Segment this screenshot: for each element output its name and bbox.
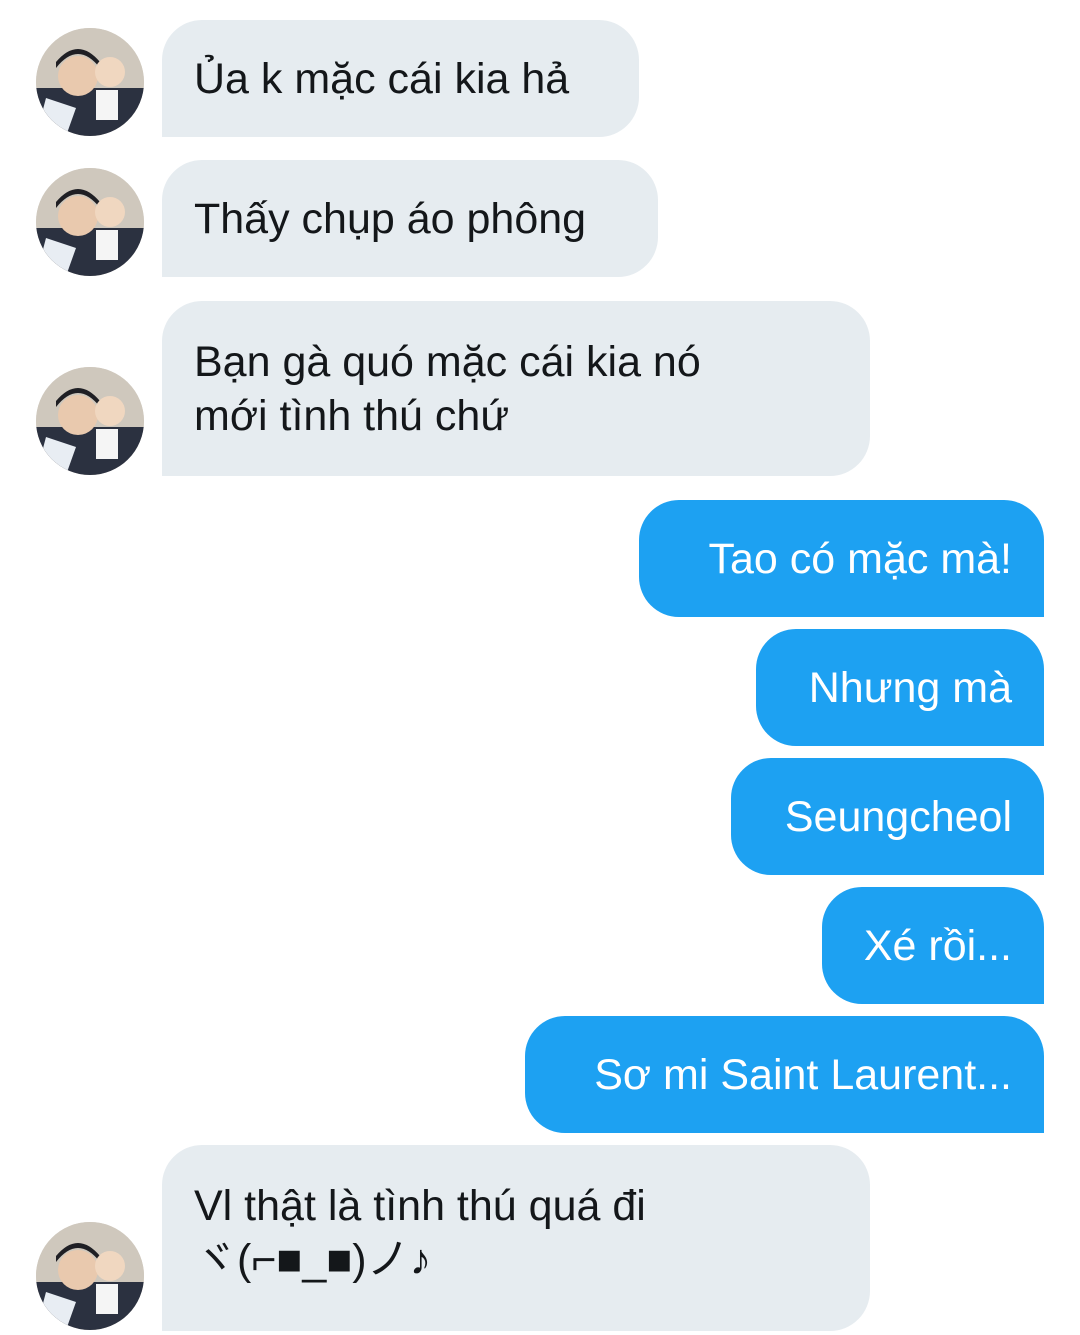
message-text: Seungcheol [784, 793, 1012, 841]
message-text: Thấy chụp áo phông [194, 195, 587, 243]
message-bubble-outgoing[interactable]: Seungcheol [731, 758, 1044, 875]
contact-avatar[interactable] [36, 367, 144, 475]
contact-avatar[interactable] [36, 1222, 144, 1330]
message-text: ヾ(⌐■_■)ノ♪ [194, 1236, 432, 1284]
message-bubble-outgoing[interactable]: Xé rồi... [822, 887, 1044, 1004]
message-bubble-incoming[interactable]: Bạn gà quó mặc cái kia nó mới tình thú c… [162, 301, 870, 476]
contact-avatar[interactable] [36, 168, 144, 276]
message-bubble-incoming[interactable]: Ủa k mặc cái kia hả [162, 20, 639, 137]
message-text: Xé rồi... [863, 922, 1012, 970]
message-bubble-incoming[interactable]: Thấy chụp áo phông [162, 160, 658, 277]
message-bubble-outgoing[interactable]: Tao có mặc mà! [639, 500, 1044, 617]
message-text: Nhưng mà [808, 664, 1012, 712]
message-text: Ủa k mặc cái kia hả [194, 55, 570, 103]
message-text: Bạn gà quó mặc cái kia nó [194, 338, 701, 386]
message-bubble-incoming[interactable]: Vl thật là tình thú quá đi ヾ(⌐■_■)ノ♪ [162, 1145, 870, 1331]
message-text: mới tình thú chứ [194, 392, 510, 440]
message-bubble-outgoing[interactable]: Sơ mi Saint Laurent... [525, 1016, 1044, 1133]
message-text: Vl thật là tình thú quá đi [194, 1182, 646, 1230]
message-bubble-outgoing[interactable]: Nhưng mà [756, 629, 1044, 746]
message-text: Tao có mặc mà! [708, 535, 1013, 583]
contact-avatar[interactable] [36, 28, 144, 136]
message-text: Sơ mi Saint Laurent... [594, 1051, 1012, 1099]
